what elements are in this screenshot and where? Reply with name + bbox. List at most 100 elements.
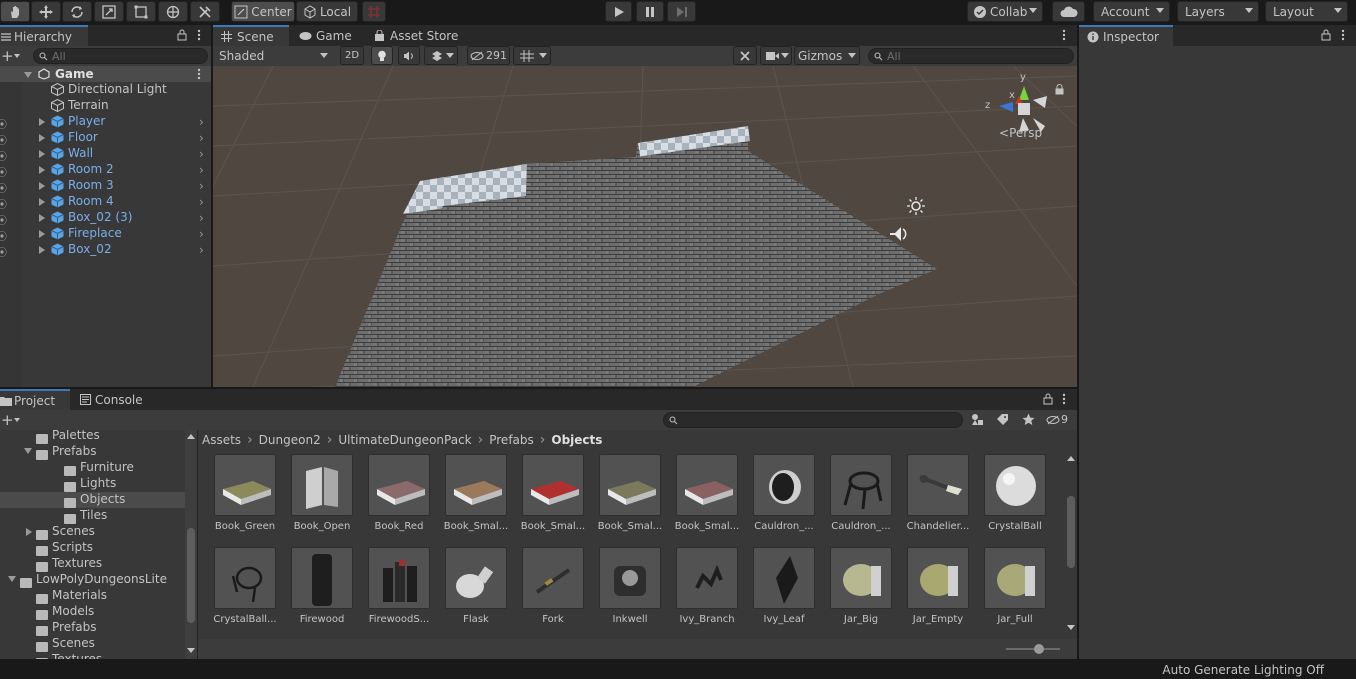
hierarchy-search-input[interactable]: All bbox=[33, 48, 208, 64]
play-button[interactable] bbox=[605, 1, 632, 22]
hierarchy-item[interactable]: ⦿ › Room 3 bbox=[0, 178, 212, 195]
folder-tree-item[interactable]: Prefabs bbox=[0, 620, 185, 636]
visibility-toggle-icon[interactable]: ⦿ bbox=[0, 180, 7, 195]
breadcrumb-item[interactable]: Dungeon2 bbox=[259, 433, 321, 447]
folder-tree-item[interactable]: LowPolyDungeonsLite bbox=[0, 572, 185, 588]
asset-tile[interactable]: Cauldron_... bbox=[749, 454, 819, 532]
open-prefab-icon[interactable]: › bbox=[199, 163, 204, 177]
add-icon[interactable]: + bbox=[1, 47, 14, 65]
asset-tile[interactable]: FirewoodS... bbox=[364, 547, 434, 625]
folder-tree-item[interactable]: Scenes bbox=[0, 636, 185, 652]
projection-toggle[interactable]: <Persp bbox=[999, 126, 1042, 140]
more-options-icon[interactable] bbox=[197, 68, 201, 80]
hierarchy-item[interactable]: ⦿ › Player bbox=[0, 114, 212, 131]
collab-dropdown[interactable]: Collab bbox=[967, 1, 1043, 22]
tab-scene[interactable]: Scene bbox=[213, 25, 289, 46]
add-icon[interactable]: + bbox=[1, 411, 14, 429]
folder-tree-item[interactable]: Prefabs bbox=[0, 444, 185, 460]
scene-root-row[interactable]: Game bbox=[0, 66, 212, 82]
visibility-toggle-icon[interactable]: ⦿ bbox=[0, 132, 7, 147]
grid-scroll-thumb[interactable] bbox=[1067, 496, 1075, 568]
breadcrumb-item[interactable]: Assets bbox=[202, 433, 241, 447]
asset-tile[interactable]: Firewood bbox=[287, 547, 357, 625]
hierarchy-item[interactable]: ⦿ › Box_02 (3) bbox=[0, 210, 212, 227]
foldout-arrow-icon[interactable] bbox=[39, 134, 45, 142]
step-button[interactable] bbox=[667, 1, 696, 22]
rect-tool-button[interactable] bbox=[126, 1, 156, 22]
shading-mode-dropdown[interactable]: Shaded bbox=[213, 47, 333, 65]
tab-asset-store[interactable]: Asset Store bbox=[366, 25, 462, 46]
rotate-tool-button[interactable] bbox=[62, 1, 92, 22]
folder-tree-item[interactable]: Scripts bbox=[0, 540, 185, 556]
foldout-arrow-icon[interactable] bbox=[26, 528, 32, 536]
tab-game[interactable]: Game bbox=[291, 25, 365, 46]
hierarchy-item[interactable]: ⦿ › Room 2 bbox=[0, 162, 212, 179]
asset-tile[interactable]: Book_Red bbox=[364, 454, 434, 532]
foldout-arrow-icon[interactable] bbox=[39, 182, 45, 190]
tree-scroll-thumb[interactable] bbox=[187, 528, 195, 623]
breadcrumb-item[interactable]: Objects bbox=[551, 433, 602, 447]
folder-tree-item[interactable]: Tiles bbox=[0, 508, 185, 524]
breadcrumb-item[interactable]: Prefabs bbox=[489, 433, 534, 447]
audio-source-gizmo-icon[interactable] bbox=[887, 223, 913, 245]
foldout-arrow-icon[interactable] bbox=[39, 166, 45, 174]
tab-inspector[interactable]: Inspector bbox=[1079, 25, 1173, 46]
asset-tile[interactable]: Book_Smal... bbox=[595, 454, 665, 532]
account-dropdown[interactable]: Account bbox=[1093, 1, 1170, 22]
pause-button[interactable] bbox=[636, 1, 664, 22]
lock-icon[interactable] bbox=[177, 29, 187, 41]
folder-tree-item[interactable]: Textures bbox=[0, 556, 185, 572]
2d-mode-toggle[interactable]: 2D bbox=[340, 46, 364, 65]
hierarchy-item[interactable]: ⦿ › Fireplace bbox=[0, 226, 212, 243]
foldout-arrow-icon[interactable] bbox=[39, 214, 45, 222]
folder-tree-item[interactable]: Objects bbox=[0, 492, 185, 508]
tab-console[interactable]: Console bbox=[72, 389, 152, 410]
folder-tree-item[interactable]: Palettes bbox=[0, 430, 185, 444]
layers-dropdown[interactable]: Layers bbox=[1177, 1, 1259, 22]
folder-tree-item[interactable]: Scenes bbox=[0, 524, 185, 540]
scroll-up-icon[interactable] bbox=[1067, 456, 1075, 461]
foldout-arrow-icon[interactable] bbox=[39, 118, 45, 126]
chevron-down-icon[interactable] bbox=[14, 418, 20, 422]
folder-tree-item[interactable]: Lights bbox=[0, 476, 185, 492]
more-options-icon[interactable] bbox=[1062, 29, 1066, 41]
tab-hierarchy[interactable]: Hierarchy bbox=[0, 25, 88, 46]
asset-tile[interactable]: Ivy_Branch bbox=[672, 547, 742, 625]
star-icon[interactable] bbox=[1022, 413, 1035, 426]
more-options-icon[interactable] bbox=[197, 29, 201, 41]
open-prefab-icon[interactable]: › bbox=[199, 179, 204, 193]
tree-scrollbar[interactable] bbox=[185, 430, 197, 659]
icon-size-slider[interactable] bbox=[1006, 648, 1060, 650]
grid-scrollbar[interactable] bbox=[1065, 449, 1077, 635]
move-tool-button[interactable] bbox=[31, 1, 61, 22]
visibility-toggle-icon[interactable]: ⦿ bbox=[0, 228, 7, 243]
hierarchy-item[interactable]: ⦿ › Room 4 bbox=[0, 194, 212, 211]
tab-project[interactable]: Project bbox=[0, 389, 70, 410]
asset-tile[interactable]: Book_Open bbox=[287, 454, 357, 532]
snap-grid-button[interactable] bbox=[362, 1, 386, 22]
open-prefab-icon[interactable]: › bbox=[199, 115, 204, 129]
open-prefab-icon[interactable]: › bbox=[199, 243, 204, 257]
asset-tile[interactable]: Jar_Full bbox=[980, 547, 1050, 625]
cloud-button[interactable] bbox=[1052, 1, 1085, 22]
folder-tree-item[interactable]: Textures bbox=[0, 652, 185, 659]
label-tag-icon[interactable] bbox=[996, 413, 1009, 426]
foldout-arrow-icon[interactable] bbox=[39, 198, 45, 206]
open-prefab-icon[interactable]: › bbox=[199, 147, 204, 161]
folder-tree-item[interactable]: Materials bbox=[0, 588, 185, 604]
asset-tile[interactable]: Book_Smal... bbox=[672, 454, 742, 532]
foldout-arrow-icon[interactable] bbox=[8, 576, 16, 582]
visibility-toggle-icon[interactable]: ⦿ bbox=[0, 212, 7, 227]
hierarchy-item[interactable]: ⦿ › Wall bbox=[0, 146, 212, 163]
hierarchy-item[interactable]: ⦿ › Box_02 bbox=[0, 242, 212, 259]
hidden-packages-toggle[interactable]: 9 bbox=[1046, 413, 1068, 426]
directional-light-gizmo-icon[interactable] bbox=[906, 196, 926, 216]
icon-size-slider-thumb[interactable] bbox=[1034, 644, 1044, 654]
asset-tile[interactable]: Jar_Empty bbox=[903, 547, 973, 625]
scroll-down-icon[interactable] bbox=[1067, 625, 1075, 630]
more-options-icon[interactable] bbox=[1341, 29, 1345, 41]
layout-dropdown[interactable]: Layout bbox=[1265, 1, 1348, 22]
breadcrumb-item[interactable]: UltimateDungeonPack bbox=[338, 433, 471, 447]
foldout-arrow-icon[interactable] bbox=[39, 150, 45, 158]
open-prefab-icon[interactable]: › bbox=[199, 131, 204, 145]
